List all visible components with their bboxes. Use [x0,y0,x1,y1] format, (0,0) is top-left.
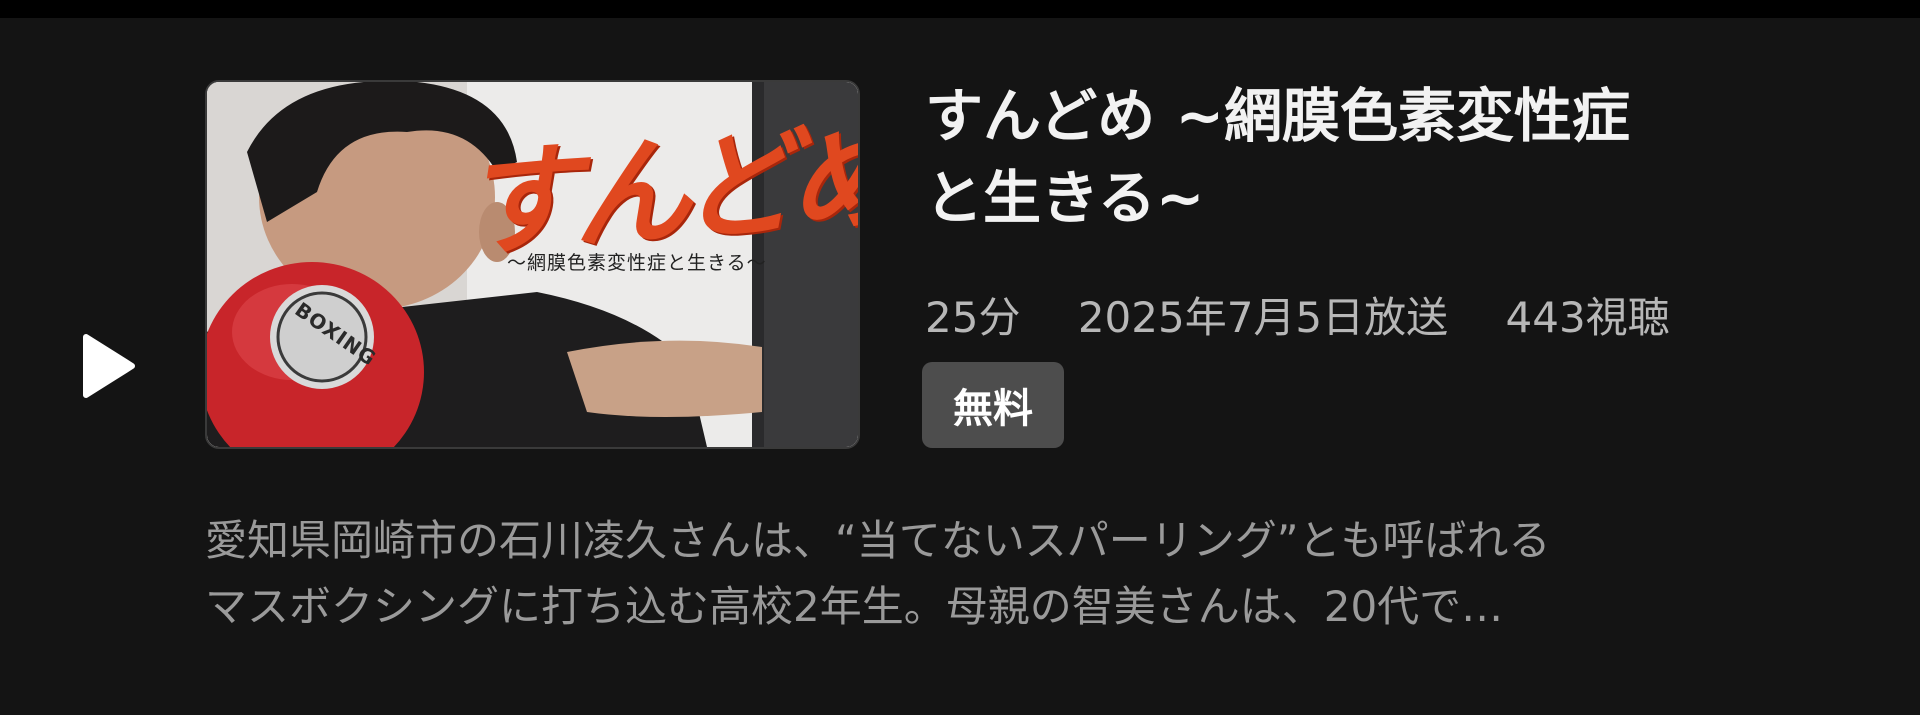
episode-meta: 25分 2025年7月5日放送 443視聴 [925,284,1670,345]
title-line-2: と生きる~ [925,164,1205,232]
view-count-text: 443視聴 [1505,293,1670,342]
play-button[interactable] [80,333,136,399]
broadcast-date-text: 2025年7月5日放送 [1077,293,1449,342]
play-icon [83,334,135,398]
episode-title[interactable]: すんどめ ~網膜色素変性症 と生きる~ [925,75,1825,239]
description-line-1: 愛知県岡崎市の石川凌久さんは、“当てないスパーリング”とも呼ばれる [205,516,1551,565]
description-line-2: マスボクシングに打ち込む高校2年生。母親の智美さんは、20代で… [205,582,1504,631]
top-bar [0,0,1920,18]
title-line-1: すんどめ ~網膜色素変性症 [925,82,1631,150]
free-badge: 無料 [922,362,1064,448]
duration-text: 25分 [925,293,1021,342]
thumbnail-subtitle: 〜網膜色素変性症と生きる〜 [507,252,767,274]
episode-thumbnail[interactable]: すんどめ 〜網膜色素変性症と生きる〜 BOXING [205,80,860,449]
episode-description: 愛知県岡崎市の石川凌久さんは、“当てないスパーリング”とも呼ばれる マスボクシン… [205,508,1845,640]
